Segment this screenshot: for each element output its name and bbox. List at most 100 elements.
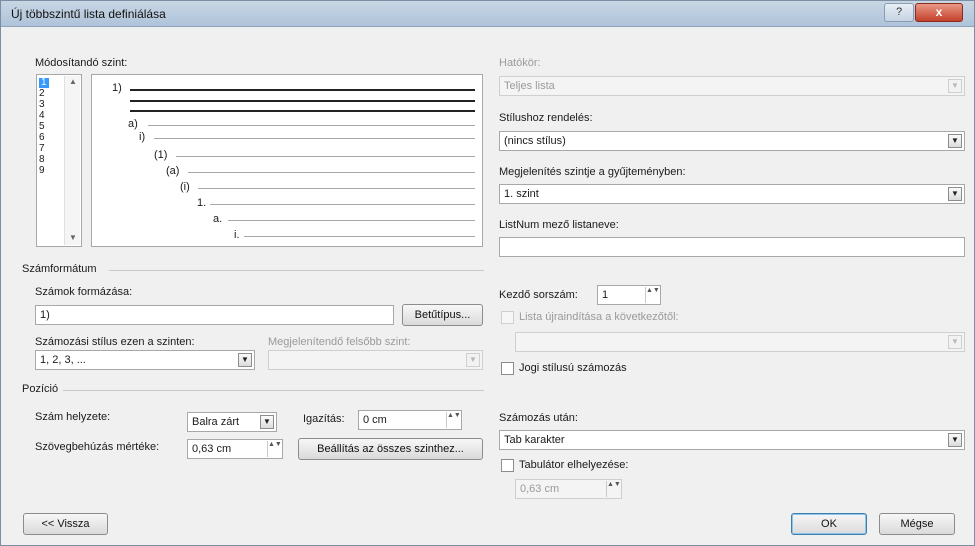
scroll-down-icon[interactable]: ▼ — [69, 233, 77, 242]
dropdown-arrow-icon[interactable]: ▼ — [948, 187, 962, 201]
number-format-input[interactable]: 1) — [35, 305, 394, 325]
spin-arrows-icon[interactable]: ▲▼ — [645, 287, 660, 303]
preview-label-6: (i) — [180, 181, 190, 193]
legal-style-checkbox[interactable] — [501, 362, 514, 375]
level-item[interactable]: 8 — [39, 155, 45, 165]
preview-line — [148, 125, 475, 126]
gallery-level-dropdown[interactable]: 1. szint ▼ — [499, 184, 965, 204]
tabstop-value: 0,63 cm — [520, 483, 560, 495]
preview-line — [244, 236, 475, 237]
preview-label-8: a. — [213, 213, 223, 225]
preview-label-4: (1) — [154, 149, 168, 161]
dropdown-arrow-icon[interactable]: ▼ — [238, 353, 252, 367]
level-label: Módosítandó szint: — [35, 57, 128, 69]
spin-arrows-icon[interactable]: ▲▼ — [446, 412, 461, 428]
title-bar: Új többszintű lista definiálása ? x — [1, 1, 974, 27]
include-level-label: Megjelenítendő felsőbb szint: — [268, 336, 411, 348]
level-preview: 1) a) i) (1) (a) (i) 1. a. i. — [91, 74, 483, 247]
preview-label-3: i) — [139, 131, 146, 143]
aligned-at-spinner[interactable]: 0 cm ▲▼ — [358, 410, 462, 430]
alignment-label: Szám helyzete: — [35, 411, 111, 423]
restart-dropdown[interactable]: ▼ — [515, 332, 965, 352]
preview-line — [176, 156, 475, 157]
less-button[interactable]: << Vissza — [23, 513, 108, 535]
font-button[interactable]: Betűtípus... — [402, 304, 483, 326]
apply-to-dropdown[interactable]: Teljes lista ▼ — [499, 76, 965, 96]
level-list[interactable]: 1 2 3 4 5 6 7 8 9 ▲ ▼ — [36, 74, 82, 247]
number-style-label: Számozási stílus ezen a szinten: — [35, 336, 195, 348]
dropdown-arrow-icon[interactable]: ▼ — [948, 335, 962, 349]
legal-style-label: Jogi stílusú számozás — [519, 362, 627, 374]
help-button[interactable]: ? — [884, 3, 914, 22]
number-format-label: Számok formázása: — [35, 286, 133, 298]
follow-number-label: Számozás után: — [499, 412, 578, 424]
start-at-label: Kezdő sorszám: — [499, 289, 578, 301]
preview-label-9: i. — [234, 229, 240, 241]
level-item[interactable]: 6 — [39, 133, 45, 143]
gallery-level-label: Megjelenítés szintje a gyűjteményben: — [499, 166, 686, 178]
level-scrollbar[interactable]: ▲ ▼ — [64, 76, 80, 245]
preview-label-7: 1. — [197, 197, 207, 209]
indent-value: 0,63 cm — [192, 443, 232, 455]
section-divider — [63, 390, 484, 391]
dropdown-arrow-icon[interactable]: ▼ — [948, 433, 962, 447]
preview-line — [154, 138, 475, 139]
aligned-at-label: Igazítás: — [303, 413, 345, 425]
number-style-value: 1, 2, 3, ... — [40, 354, 86, 366]
restart-checkbox[interactable] — [501, 311, 514, 324]
preview-label-2: a) — [128, 118, 138, 130]
dropdown-arrow-icon[interactable]: ▼ — [466, 353, 480, 367]
dropdown-arrow-icon[interactable]: ▼ — [260, 415, 274, 429]
apply-to-label: Hatókör: — [499, 57, 541, 69]
preview-label-5: (a) — [166, 165, 180, 177]
preview-line — [198, 188, 475, 189]
indent-label: Szövegbehúzás mértéke: — [35, 441, 160, 453]
dialog-title: Új többszintű lista definiálása — [11, 7, 166, 21]
link-style-label: Stílushoz rendelés: — [499, 112, 593, 124]
alignment-dropdown[interactable]: Balra zárt ▼ — [187, 412, 277, 432]
indent-spinner[interactable]: 0,63 cm ▲▼ — [187, 439, 283, 459]
level-item[interactable]: 5 — [39, 122, 45, 132]
cancel-button[interactable]: Mégse — [879, 513, 955, 535]
follow-number-value: Tab karakter — [504, 434, 565, 446]
listnum-input[interactable] — [499, 237, 965, 257]
listnum-label: ListNum mező listaneve: — [499, 219, 619, 231]
follow-number-dropdown[interactable]: Tab karakter ▼ — [499, 430, 965, 450]
dialog-window: Új többszintű lista definiálása ? x Módo… — [0, 0, 975, 546]
level-item[interactable]: 3 — [39, 100, 45, 110]
preview-line — [130, 110, 475, 112]
tabstop-checkbox[interactable] — [501, 459, 514, 472]
spin-arrows-icon[interactable]: ▲▼ — [267, 441, 282, 457]
alignment-value: Balra zárt — [192, 416, 240, 428]
tabstop-spinner[interactable]: 0,63 cm ▲▼ — [515, 479, 622, 499]
level-item[interactable]: 4 — [39, 111, 45, 121]
dropdown-arrow-icon[interactable]: ▼ — [948, 79, 962, 93]
apply-to-value: Teljes lista — [504, 80, 555, 92]
ok-button[interactable]: OK — [791, 513, 867, 535]
level-item[interactable]: 2 — [39, 89, 45, 99]
close-button[interactable]: x — [915, 3, 963, 22]
set-all-levels-button[interactable]: Beállítás az összes szinthez... — [298, 438, 483, 460]
level-item[interactable]: 7 — [39, 144, 45, 154]
level-item[interactable]: 1 — [39, 78, 49, 88]
preview-line — [188, 172, 475, 173]
aligned-at-value: 0 cm — [363, 414, 387, 426]
dropdown-arrow-icon[interactable]: ▼ — [948, 134, 962, 148]
link-style-value: (nincs stílus) — [504, 135, 566, 147]
level-item[interactable]: 9 — [39, 166, 45, 176]
include-level-dropdown[interactable]: ▼ — [268, 350, 483, 370]
preview-line — [130, 100, 475, 102]
number-style-dropdown[interactable]: 1, 2, 3, ... ▼ — [35, 350, 255, 370]
number-format-section-label: Számformátum — [22, 263, 97, 275]
tabstop-label: Tabulátor elhelyezése: — [519, 459, 629, 471]
scroll-up-icon[interactable]: ▲ — [69, 77, 77, 86]
restart-label: Lista újraindítása a következőtől: — [519, 311, 679, 323]
link-style-dropdown[interactable]: (nincs stílus) ▼ — [499, 131, 965, 151]
spin-arrows-icon[interactable]: ▲▼ — [606, 481, 621, 497]
section-divider — [109, 270, 484, 271]
start-at-value: 1 — [602, 289, 609, 301]
position-section-label: Pozíció — [22, 383, 59, 395]
start-at-spinner[interactable]: 1 ▲▼ — [597, 285, 661, 305]
gallery-level-value: 1. szint — [504, 188, 539, 200]
preview-line — [210, 204, 475, 205]
